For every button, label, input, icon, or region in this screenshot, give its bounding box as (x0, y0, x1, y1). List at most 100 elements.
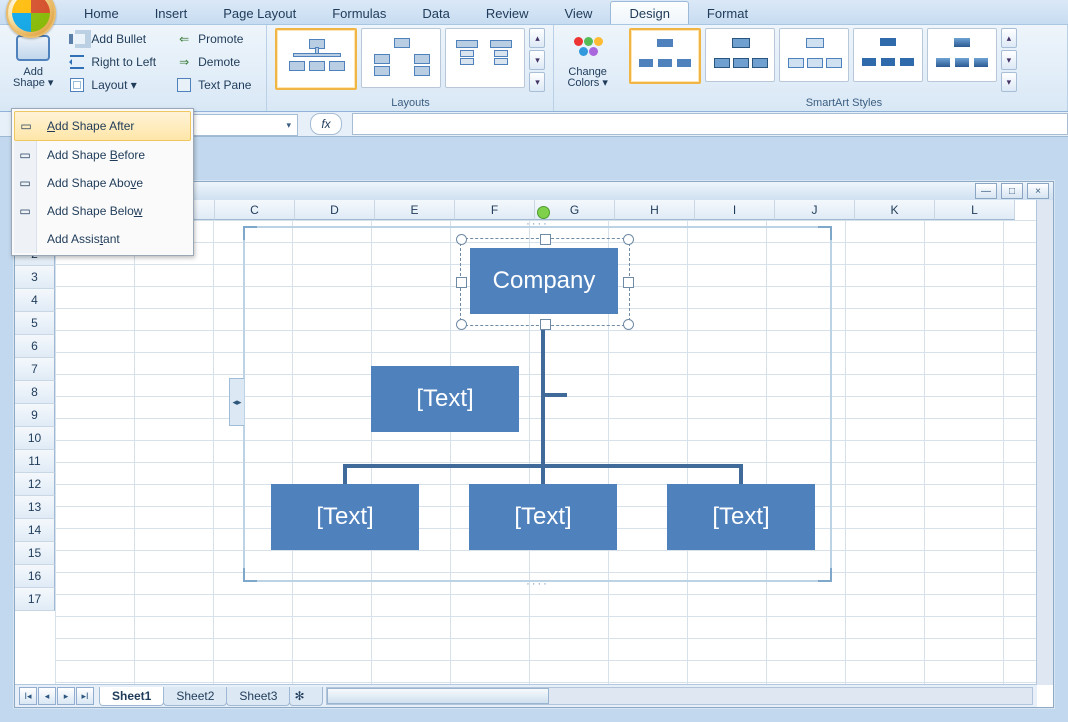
row-header[interactable]: 11 (15, 450, 55, 473)
layout-option-1[interactable] (275, 28, 357, 90)
tab-view[interactable]: View (547, 2, 611, 24)
gallery-scroll-up[interactable]: ▴ (529, 28, 545, 48)
row-header[interactable]: 17 (15, 588, 55, 611)
style-option-2[interactable] (705, 28, 775, 82)
row-header[interactable]: 3 (15, 266, 55, 289)
horizontal-scrollbar[interactable] (326, 687, 1033, 705)
promote-button[interactable]: Promote (169, 28, 258, 50)
change-colors-button[interactable]: ChangeColors ▾ (562, 28, 612, 92)
sheet-nav-last[interactable]: ▸I (76, 687, 94, 705)
dd-add-shape-before[interactable]: ▭Add Shape Before (14, 141, 191, 169)
smartart-node-assistant[interactable]: [Text] (371, 366, 519, 432)
dd-add-shape-above[interactable]: ▭Add Shape Above (14, 169, 191, 197)
row-header[interactable]: 14 (15, 519, 55, 542)
rotate-handle[interactable] (537, 206, 550, 219)
col-header[interactable]: J (775, 200, 855, 220)
resize-handle[interactable] (623, 234, 634, 245)
formula-input[interactable] (352, 113, 1068, 135)
smartart-node-child-3[interactable]: [Text] (667, 484, 815, 550)
new-sheet-button[interactable]: ✻ (289, 687, 323, 706)
sheet-tab-1[interactable]: Sheet1 (99, 687, 164, 706)
row-header[interactable]: 10 (15, 427, 55, 450)
row-header[interactable]: 5 (15, 312, 55, 335)
row-header[interactable]: 4 (15, 289, 55, 312)
resize-handle[interactable] (456, 319, 467, 330)
sheet-tab-2[interactable]: Sheet2 (163, 687, 227, 706)
right-to-left-button[interactable]: Right to Left (62, 51, 163, 73)
smartart-node-root[interactable]: Company (470, 248, 618, 314)
tab-formulas[interactable]: Formulas (314, 2, 404, 24)
layout-button[interactable]: Layout ▾ (62, 74, 163, 96)
frame-handle-icon[interactable]: ···· (526, 218, 549, 230)
col-header[interactable]: K (855, 200, 935, 220)
vertical-scrollbar[interactable] (1036, 200, 1053, 685)
layout-option-3[interactable] (445, 28, 525, 88)
demote-button[interactable]: Demote (169, 51, 258, 73)
chevron-down-icon[interactable]: ▾ (286, 120, 291, 131)
row-header[interactable]: 7 (15, 358, 55, 381)
layout-option-2[interactable] (361, 28, 441, 88)
sheet-nav-first[interactable]: I◂ (19, 687, 37, 705)
tab-data[interactable]: Data (404, 2, 467, 24)
smartart-node-child-2[interactable]: [Text] (469, 484, 617, 550)
frame-corner-icon (818, 226, 832, 240)
window-minimize-button[interactable]: — (975, 183, 997, 199)
gallery-more[interactable]: ▾ (1001, 72, 1017, 92)
fx-label: fx (321, 117, 330, 131)
sheet-nav-prev[interactable]: ◂ (38, 687, 56, 705)
window-close-button[interactable]: × (1027, 183, 1049, 199)
frame-handle-icon[interactable]: ···· (526, 578, 549, 590)
insert-function-button[interactable]: fx (310, 113, 342, 135)
cells-area[interactable]: ···· ···· ◂▸ (55, 220, 1037, 685)
gallery-scroll-down[interactable]: ▾ (1001, 50, 1017, 70)
tab-insert[interactable]: Insert (137, 2, 206, 24)
tab-format[interactable]: Format (689, 2, 766, 24)
gallery-scroll-down[interactable]: ▾ (529, 50, 545, 70)
tab-review[interactable]: Review (468, 2, 547, 24)
resize-handle[interactable] (623, 277, 634, 288)
tab-design[interactable]: Design (610, 1, 688, 24)
dd-add-shape-after[interactable]: ▭Add Shape After (14, 111, 191, 141)
sheet-nav-next[interactable]: ▸ (57, 687, 75, 705)
style-option-3[interactable] (779, 28, 849, 82)
sheet-tab-3[interactable]: Sheet3 (226, 687, 290, 706)
text-pane-button[interactable]: Text Pane (169, 74, 258, 96)
col-header[interactable]: L (935, 200, 1015, 220)
col-header[interactable]: F (455, 200, 535, 220)
row-header[interactable]: 9 (15, 404, 55, 427)
gallery-scroll-up[interactable]: ▴ (1001, 28, 1017, 48)
dd-add-assistant[interactable]: Add Assistant (14, 225, 191, 253)
resize-handle[interactable] (456, 277, 467, 288)
smartart-node-child-1[interactable]: [Text] (271, 484, 419, 550)
resize-handle[interactable] (540, 234, 551, 245)
smartart-frame[interactable]: ···· ···· ◂▸ (243, 226, 832, 582)
col-header[interactable]: I (695, 200, 775, 220)
row-header[interactable]: 12 (15, 473, 55, 496)
row-header[interactable]: 16 (15, 565, 55, 588)
resize-handle[interactable] (456, 234, 467, 245)
row-header[interactable]: 13 (15, 496, 55, 519)
style-option-5[interactable] (927, 28, 997, 82)
row-header[interactable]: 8 (15, 381, 55, 404)
scrollbar-thumb[interactable] (327, 688, 549, 704)
row-header[interactable]: 15 (15, 542, 55, 565)
text-pane-expand-button[interactable]: ◂▸ (229, 378, 244, 426)
rtl-icon (69, 54, 85, 70)
row-header[interactable]: 6 (15, 335, 55, 358)
tab-home[interactable]: Home (66, 2, 137, 24)
add-bullet-button[interactable]: Add Bullet (62, 28, 163, 50)
gallery-more[interactable]: ▾ (529, 72, 545, 92)
layout-label: Layout ▾ (91, 78, 136, 92)
style-option-1[interactable] (629, 28, 701, 84)
tab-page-layout[interactable]: Page Layout (205, 2, 314, 24)
resize-handle[interactable] (623, 319, 634, 330)
style-option-4[interactable] (853, 28, 923, 82)
dd-add-shape-below[interactable]: ▭Add Shape Below (14, 197, 191, 225)
window-maximize-button[interactable]: □ (1001, 183, 1023, 199)
resize-handle[interactable] (540, 319, 551, 330)
col-header[interactable]: H (615, 200, 695, 220)
col-header[interactable]: E (375, 200, 455, 220)
frame-corner-icon (818, 568, 832, 582)
col-header[interactable]: C (215, 200, 295, 220)
col-header[interactable]: D (295, 200, 375, 220)
